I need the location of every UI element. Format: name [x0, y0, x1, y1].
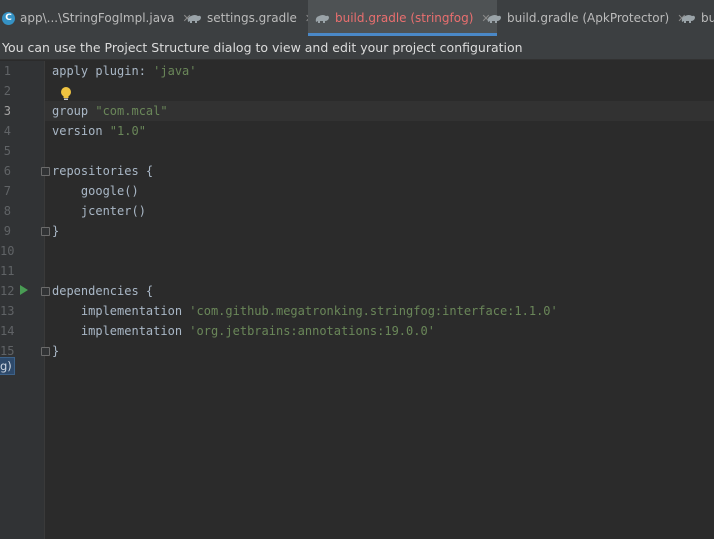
fold-marker-icon[interactable]	[41, 167, 50, 176]
code-text[interactable]: google()	[52, 181, 139, 201]
gradle-icon	[187, 15, 201, 23]
code-line: 9}	[0, 221, 714, 241]
code-text[interactable]: implementation 'com.github.megatronking.…	[52, 301, 558, 321]
code-line: 8 jcenter()	[0, 201, 714, 221]
fold-marker-icon[interactable]	[41, 287, 50, 296]
gradle-icon	[681, 15, 695, 23]
code-token: apply	[52, 64, 96, 78]
code-line: 7 google()	[0, 181, 714, 201]
line-number: 4	[3, 124, 11, 138]
string-literal: "com.mcal"	[95, 104, 168, 118]
fold-marker-icon[interactable]	[41, 347, 50, 356]
code-line: 4 version "1.0"	[0, 121, 714, 141]
code-line: 15}	[0, 341, 714, 361]
code-text[interactable]: implementation 'org.jetbrains:annotation…	[52, 321, 435, 341]
tab-stringfogimpl-java[interactable]: C app\...\StringFogImpl.java ✕	[2, 0, 192, 36]
code-line: 6 repositories {	[0, 161, 714, 181]
line-number: 13	[0, 304, 15, 318]
line-number: 2	[3, 84, 11, 98]
string-literal: 'com.github.megatronking.stringfog:inter…	[189, 304, 558, 318]
java-class-icon: C	[2, 11, 15, 25]
tab-build-gradle-stringfog[interactable]: build.gradle (stringfog) ✕	[308, 0, 497, 36]
line-number: 3	[3, 104, 11, 118]
line-number: 6	[3, 164, 11, 178]
code-text[interactable]: }	[52, 221, 59, 241]
code-text[interactable]: jcenter()	[52, 201, 146, 221]
code-line: 13 implementation 'com.github.megatronki…	[0, 301, 714, 321]
code-token: jcenter()	[52, 204, 146, 218]
code-token: dependencies {	[52, 284, 154, 298]
tab-settings-gradle[interactable]: settings.gradle ✕	[186, 0, 314, 36]
code-token: google()	[52, 184, 139, 198]
code-text[interactable]: dependencies {	[52, 281, 153, 301]
code-token: }	[52, 344, 60, 358]
line-number: 14	[0, 324, 15, 338]
code-line: 11	[0, 261, 714, 281]
code-line: 14 implementation 'org.jetbrains:annotat…	[0, 321, 714, 341]
tab-label: build.gradle (ApkProtector)	[507, 11, 670, 25]
code-text[interactable]: apply plugin: 'java'	[52, 61, 197, 81]
editor-tab-bar: C app\...\StringFogImpl.java ✕ settings.…	[0, 0, 714, 36]
tab-label: settings.gradle	[207, 11, 297, 25]
line-number: 12	[0, 284, 15, 298]
code-text[interactable]: version "1.0"	[52, 121, 146, 141]
line-number: 8	[3, 204, 11, 218]
line-number: 5	[3, 144, 11, 158]
code-token: implementation	[52, 304, 190, 318]
code-text[interactable]: }	[52, 341, 59, 361]
code-line: 2	[0, 81, 714, 101]
code-token: implementation	[52, 324, 190, 338]
code-token: repositories {	[52, 164, 154, 178]
code-token: plugin:	[95, 64, 154, 78]
tab-label: app\...\StringFogImpl.java	[20, 11, 175, 25]
string-literal: "1.0"	[109, 124, 146, 138]
code-line: 12 dependencies {	[0, 281, 714, 301]
code-line: 5	[0, 141, 714, 161]
code-text[interactable]: group "com.mcal"	[52, 101, 168, 121]
tab-build-gradle-apkprotector[interactable]: build.gradle (ApkProtector) ✕	[486, 0, 686, 36]
code-token: }	[52, 224, 60, 238]
tab-label: build.gradle (stringfog)	[335, 11, 474, 25]
line-number: 1	[3, 64, 11, 78]
gradle-icon	[487, 15, 501, 23]
project-structure-notification[interactable]: You can use the Project Structure dialog…	[0, 36, 714, 60]
gradle-icon	[315, 15, 329, 23]
code-line: 1 apply plugin: 'java'	[0, 61, 714, 81]
code-line: 10	[0, 241, 714, 261]
line-number: 9	[3, 224, 11, 238]
string-literal: 'java'	[153, 64, 197, 78]
code-text[interactable]: repositories {	[52, 161, 153, 181]
tab-label: bu	[701, 11, 714, 25]
code-line: 3 group "com.mcal"	[0, 101, 714, 121]
line-number: 11	[0, 264, 15, 278]
string-literal: 'org.jetbrains:annotations:19.0.0'	[189, 324, 435, 338]
code-token: group	[52, 104, 96, 118]
run-gutter-icon[interactable]	[20, 285, 28, 295]
tab-build-gradle-overflow[interactable]: bu	[680, 0, 714, 36]
lightbulb-icon[interactable]	[59, 86, 73, 102]
code-token: version	[52, 124, 110, 138]
partial-tooltip: g)	[0, 357, 15, 375]
fold-marker-icon[interactable]	[41, 227, 50, 236]
line-number: 10	[0, 244, 15, 258]
line-number: 7	[3, 184, 11, 198]
